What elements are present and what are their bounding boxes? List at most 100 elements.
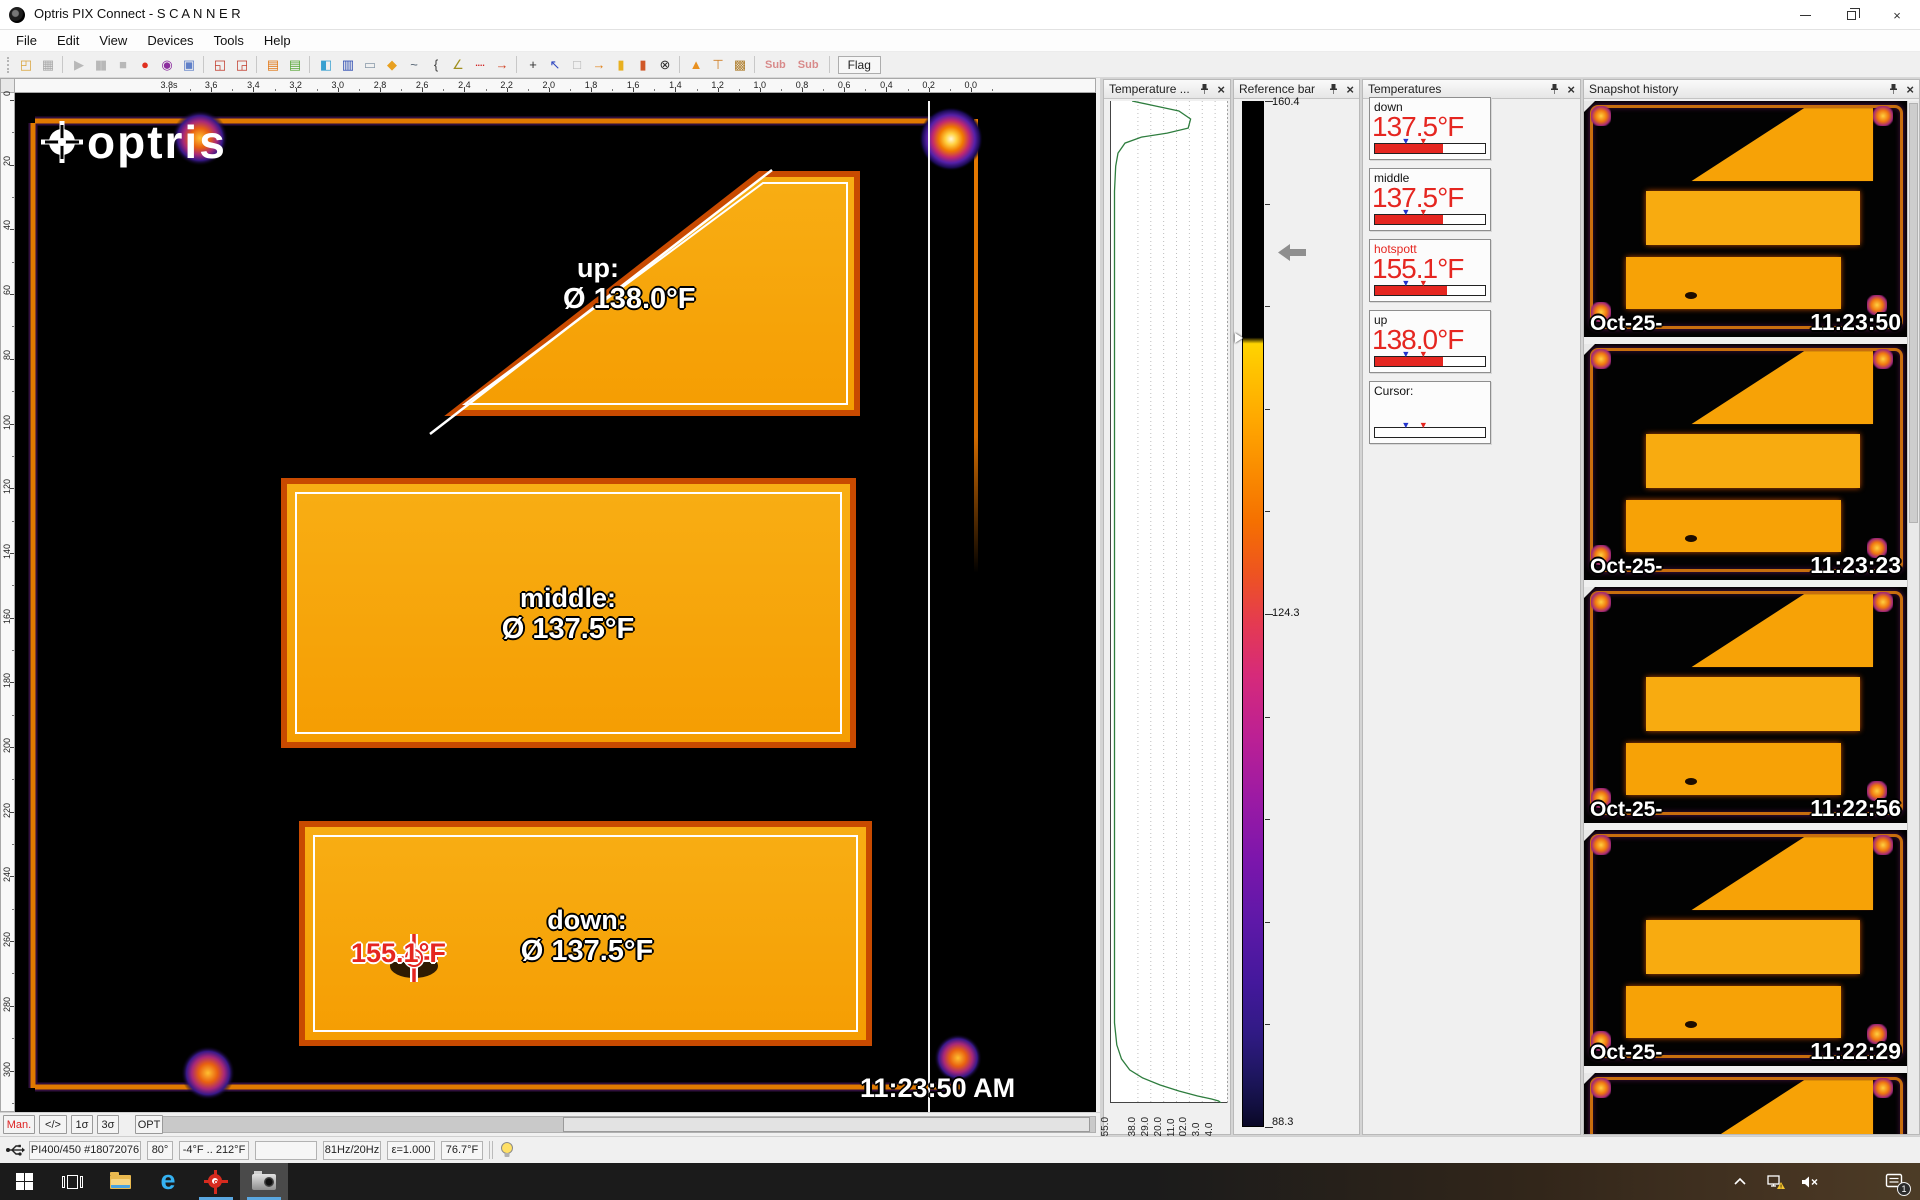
hotspot-value-label: 155.1°F (351, 938, 446, 969)
device-link-icon (5, 1142, 25, 1158)
area-down-label: down: Ø 137.5°F (447, 905, 727, 968)
tool-icon[interactable]: ⊤ (707, 55, 727, 75)
panel-close-icon[interactable]: × (1567, 83, 1575, 96)
viewer-mode-button-[interactable]: </> (39, 1115, 67, 1134)
display-window-2-icon[interactable]: ◲ (231, 55, 251, 75)
open-file-icon[interactable]: ◰ (15, 55, 35, 75)
display-window-1-icon[interactable]: ◱ (209, 55, 229, 75)
snapshot-middle-shape (1646, 920, 1861, 974)
panel-pin-icon[interactable] (1888, 83, 1899, 95)
viewer-mode-button-1[interactable]: 1σ (71, 1115, 93, 1134)
sub-1-button[interactable]: Sub (761, 58, 790, 72)
thermal-image[interactable]: optris up: Ø 138.0°F middle: Ø 137.5°F d… (15, 93, 1096, 1112)
snapshot-date: Oct-25- (1590, 312, 1662, 336)
camera-app-button[interactable] (240, 1163, 288, 1200)
sub-2-button[interactable]: Sub (794, 58, 823, 72)
ruler-tick (12, 779, 14, 780)
record-icon[interactable]: ● (134, 55, 154, 75)
file-explorer-button[interactable] (96, 1163, 144, 1200)
menu-devices[interactable]: Devices (137, 31, 203, 50)
snapshot-thumbnail-4[interactable]: Oct-25-11:22:29 (1584, 830, 1909, 1066)
config-icon[interactable]: ▩ (729, 55, 749, 75)
blank-field (255, 1141, 317, 1160)
snapshot-thumbnail-1[interactable]: Oct-25-11:23:50 (1584, 101, 1909, 337)
internet-explorer-button[interactable]: e (144, 1163, 192, 1200)
play-icon[interactable]: ▶ (68, 55, 88, 75)
action-center-button[interactable]: 1 (1884, 1170, 1906, 1194)
temperature-readout-cursor[interactable]: Cursor:▼▼ (1369, 381, 1491, 444)
ruler-tick (359, 89, 360, 91)
viewer-mode-button-3[interactable]: 3σ (97, 1115, 119, 1134)
dots-icon[interactable]: ···· (469, 55, 489, 75)
panel-pin-icon[interactable] (1549, 83, 1560, 95)
menu-edit[interactable]: Edit (47, 31, 89, 50)
profile-icon[interactable]: ~ (403, 55, 423, 75)
hotspot-marker-icon[interactable]: ◆ (381, 55, 401, 75)
snapshot-thumbnail-3[interactable]: Oct-25-11:22:56 (1584, 587, 1909, 823)
panel-close-icon[interactable]: × (1346, 83, 1354, 96)
zoom-fit-icon[interactable]: ↖ (544, 55, 564, 75)
viewer-mode-button-man[interactable]: Man. (3, 1115, 35, 1134)
temperature-readout-hotspott[interactable]: hotspott155.1°F▼▼ (1369, 239, 1491, 302)
copy-icon[interactable]: ▣ (178, 55, 198, 75)
menu-file[interactable]: File (6, 31, 47, 50)
snapshot-history-header[interactable]: Snapshot history × (1584, 80, 1919, 99)
horizontal-scrollbar-thumb[interactable] (563, 1117, 1090, 1132)
temperature-readout-middle[interactable]: middle137.5°F▼▼ (1369, 168, 1491, 231)
minimize-button[interactable] (1782, 0, 1828, 30)
range-arrow-icon[interactable]: → (588, 55, 608, 75)
save-icon[interactable]: ▦ (37, 55, 57, 75)
task-view-button[interactable] (48, 1163, 96, 1200)
panel-close-icon[interactable]: × (1217, 83, 1225, 96)
flame-icon[interactable]: ▲ (685, 55, 705, 75)
calibrate-icon[interactable]: ⊗ (654, 55, 674, 75)
display-mode-icon[interactable]: ▭ (359, 55, 379, 75)
network-status-button[interactable] (1764, 1170, 1786, 1194)
snapshot-scrollbar-thumb[interactable] (1909, 103, 1918, 523)
palette-2-icon[interactable]: ▤ (284, 55, 304, 75)
ruler-tick (697, 89, 698, 91)
range-move-arrow-icon[interactable] (1278, 244, 1306, 261)
snapshot-icon[interactable]: ◉ (156, 55, 176, 75)
menu-view[interactable]: View (89, 31, 137, 50)
temperature-readout-up[interactable]: up138.0°F▼▼ (1369, 310, 1491, 373)
snapshot-thumbnail-5[interactable] (1584, 1073, 1909, 1135)
optris-target-icon (204, 1170, 228, 1194)
panel-close-icon[interactable]: × (1906, 83, 1914, 96)
brace-icon[interactable]: { (425, 55, 445, 75)
panel-pin-icon[interactable] (1199, 83, 1210, 95)
palette-1-icon[interactable]: ▤ (262, 55, 282, 75)
measure-colors-icon[interactable]: ◧ (315, 55, 335, 75)
menu-tools[interactable]: Tools (204, 31, 254, 50)
snapshot-middle-shape (1646, 677, 1861, 731)
reference-color-bar[interactable] (1242, 101, 1264, 1127)
pause-icon[interactable]: ▮▮ (90, 55, 110, 75)
snapshot-scrollbar[interactable] (1907, 101, 1919, 1134)
menu-help[interactable]: Help (254, 31, 301, 50)
stop-icon[interactable]: ■ (112, 55, 132, 75)
start-button[interactable] (0, 1163, 48, 1200)
hand-tool-icon[interactable]: + (522, 55, 542, 75)
histogram-icon[interactable]: ▥ (337, 55, 357, 75)
temperature-readout-down[interactable]: down137.5°F▼▼ (1369, 97, 1491, 160)
pan-icon[interactable]: □ (566, 55, 586, 75)
snapshot-date: Oct-25- (1590, 798, 1662, 822)
snapshot-thumbnail-2[interactable]: Oct-25-11:23:23 (1584, 344, 1909, 580)
temperature-graph-header[interactable]: Temperature ... × (1104, 80, 1230, 99)
optris-app-button[interactable] (192, 1163, 240, 1200)
bulb-icon[interactable] (500, 1141, 514, 1159)
tray-expand-button[interactable] (1729, 1170, 1751, 1194)
range-bar-1-icon[interactable]: ▮ (610, 55, 630, 75)
flag-button[interactable]: Flag (838, 56, 881, 74)
viewer-mode-button-opt[interactable]: OPT (135, 1115, 163, 1134)
range-bar-2-icon[interactable]: ▮ (632, 55, 652, 75)
toolbar-separator (829, 56, 830, 73)
panel-pin-icon[interactable] (1328, 83, 1339, 95)
volume-button[interactable] (1799, 1170, 1821, 1194)
close-button[interactable]: × (1874, 0, 1920, 30)
restore-button[interactable] (1828, 0, 1874, 30)
slope-icon[interactable]: ∠ (447, 55, 467, 75)
horizontal-scrollbar[interactable] (155, 1116, 1096, 1133)
goto-arrow-icon[interactable]: → (491, 55, 511, 75)
reference-max-marker[interactable] (1235, 333, 1243, 343)
